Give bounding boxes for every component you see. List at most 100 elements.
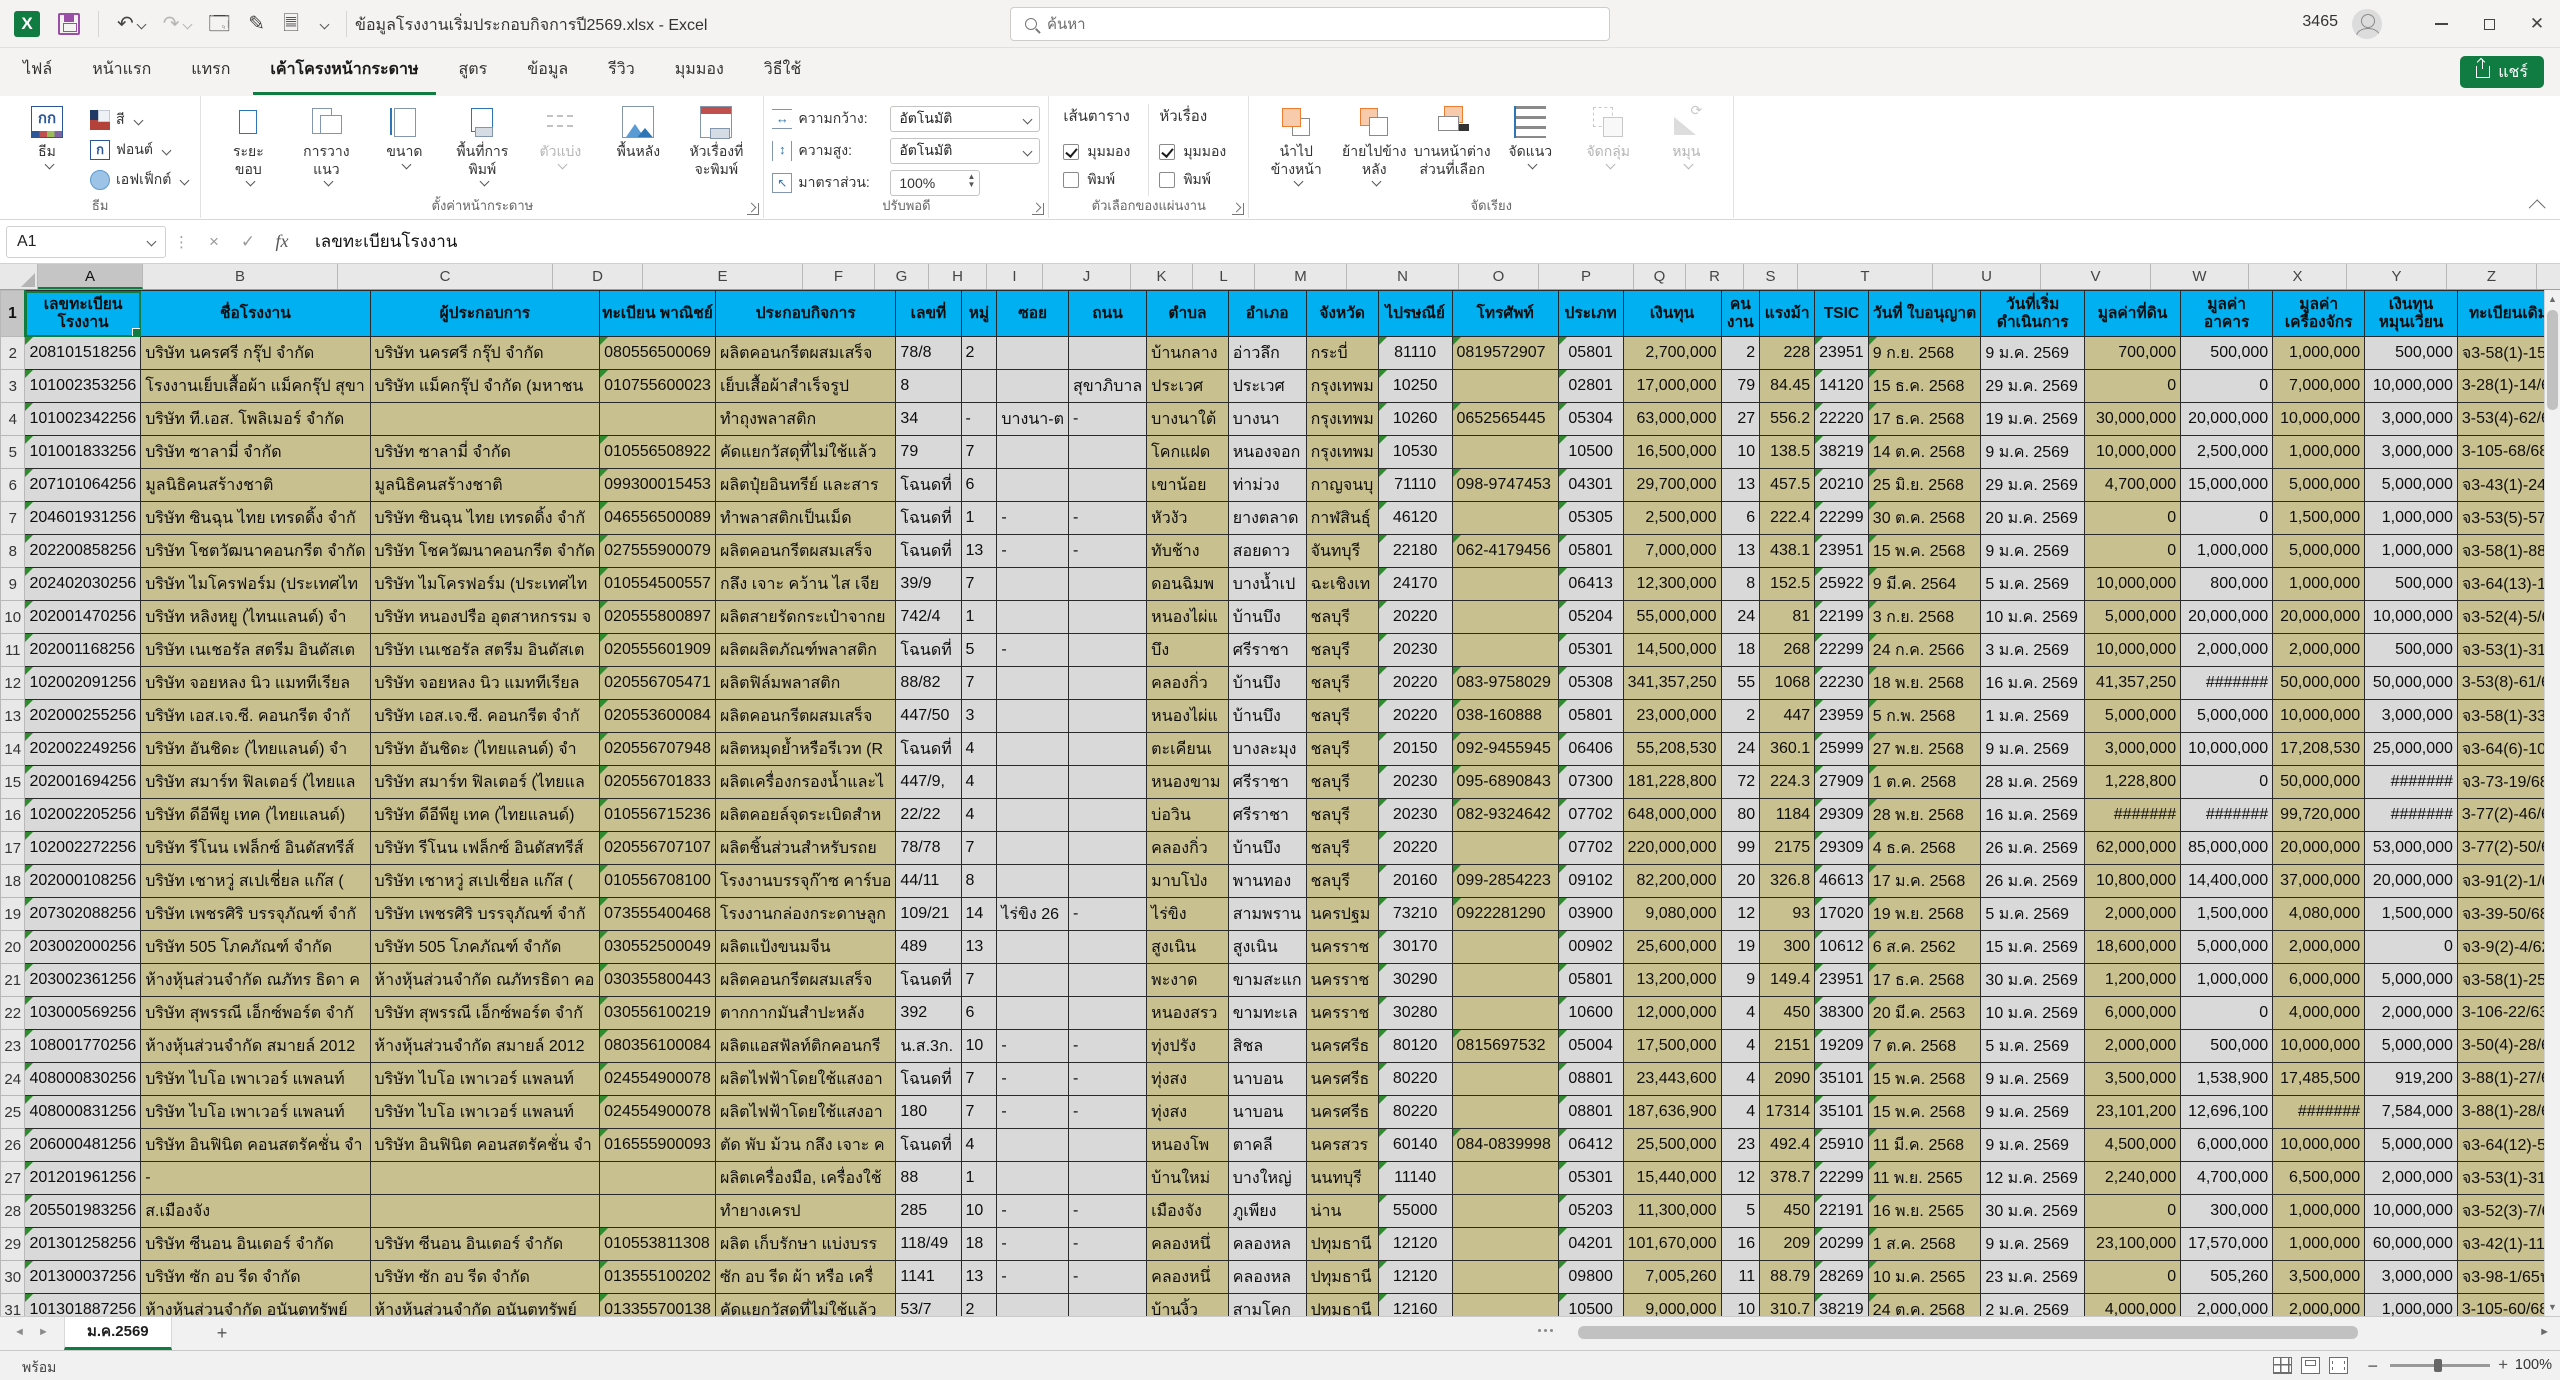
checkbox-หัวเรื่อง-มุมมอง[interactable]: มุมมอง — [1159, 138, 1226, 166]
cell[interactable]: 202001168256 — [25, 634, 141, 667]
cell[interactable]: หนองไผ่แ — [1147, 601, 1229, 634]
cell[interactable]: 7 — [961, 1096, 997, 1129]
cell[interactable]: 27 — [1721, 403, 1760, 436]
cell[interactable]: 78/78 — [896, 832, 961, 865]
cell[interactable]: 53/7 — [896, 1294, 961, 1317]
cell[interactable]: 29309 — [1815, 799, 1869, 832]
row-header[interactable]: 5 — [1, 436, 25, 469]
cell[interactable]: 024554900078 — [600, 1063, 716, 1096]
cell[interactable]: 450 — [1760, 997, 1815, 1030]
checkbox-เส้นตาราง-พิมพ์[interactable]: พิมพ์ — [1063, 166, 1130, 194]
cell[interactable]: 10,000,000 — [2273, 1129, 2365, 1162]
cell[interactable]: ผลิตผลิตภัณฑ์พลาสติก — [715, 634, 895, 667]
cell[interactable] — [961, 370, 997, 403]
cell[interactable]: 5 ม.ค. 2569 — [1981, 568, 2085, 601]
cell[interactable]: 438.1 — [1760, 535, 1815, 568]
cell[interactable]: บริษัท ซีนอน อินเตอร์ จำกัด — [141, 1228, 370, 1261]
cell[interactable] — [1452, 832, 1558, 865]
cell[interactable]: 12160 — [1378, 1294, 1452, 1317]
cell[interactable]: 101301887256 — [25, 1294, 141, 1317]
cell[interactable]: 0 — [2085, 1195, 2181, 1228]
cell[interactable]: 11 มี.ค. 2568 — [1868, 1129, 1981, 1162]
header-cell-O1[interactable]: ประเภท — [1558, 291, 1623, 337]
cell[interactable]: 556.2 — [1760, 403, 1815, 436]
row-header[interactable]: 22 — [1, 997, 25, 1030]
cell[interactable]: 7 — [961, 964, 997, 997]
header-cell-B1[interactable]: ชื่อโรงงาน — [141, 291, 370, 337]
cell[interactable]: 013355700138 — [600, 1294, 716, 1317]
checkbox-icon[interactable] — [1159, 144, 1175, 160]
cell[interactable]: บริษัท ซาลามี่ จำกัด — [141, 436, 370, 469]
cell[interactable]: 60,000,000 — [2365, 1228, 2458, 1261]
cell[interactable]: 181,228,800 — [1623, 766, 1721, 799]
cell[interactable]: 10,000,000 — [2273, 700, 2365, 733]
เอฟเฟ็กต์-button[interactable]: เอฟเฟ็กต์ — [90, 166, 188, 194]
cell[interactable]: 3 ม.ค. 2569 — [1981, 634, 2085, 667]
cell[interactable]: - — [1068, 1030, 1146, 1063]
cell[interactable]: 10,000,000 — [2085, 634, 2181, 667]
cell[interactable]: สอยดาว — [1228, 535, 1306, 568]
cell[interactable]: นาบอน — [1228, 1063, 1306, 1096]
cell[interactable]: 392 — [896, 997, 961, 1030]
cell[interactable]: 63,000,000 — [1623, 403, 1721, 436]
cell[interactable]: 500,000 — [2365, 337, 2458, 370]
cell[interactable]: 12 ม.ค. 2569 — [1981, 1162, 2085, 1195]
cell[interactable]: ชลบุรี — [1306, 634, 1378, 667]
ribbon-tab-รีวิว[interactable]: รีวิว — [591, 48, 652, 92]
cell[interactable]: 20 — [1721, 865, 1760, 898]
cell[interactable]: 06406 — [1558, 733, 1623, 766]
cell[interactable]: - — [1068, 1195, 1146, 1228]
cell[interactable]: 1 ต.ค. 2568 — [1868, 766, 1981, 799]
cell[interactable]: นนทบุรี — [1306, 1162, 1378, 1195]
row-header[interactable]: 15 — [1, 766, 25, 799]
cell[interactable]: 310.7 — [1760, 1294, 1815, 1317]
cell[interactable]: 224.3 — [1760, 766, 1815, 799]
cell[interactable]: - — [997, 1063, 1069, 1096]
cell[interactable]: บางนาใต้ — [1147, 403, 1229, 436]
zoom-slider[interactable] — [2390, 1364, 2490, 1367]
ribbon-tab-มุมมอง[interactable]: มุมมอง — [658, 48, 741, 92]
cell[interactable] — [997, 667, 1069, 700]
cell[interactable] — [1068, 766, 1146, 799]
row-header[interactable]: 30 — [1, 1261, 25, 1294]
row-header[interactable]: 10 — [1, 601, 25, 634]
cell[interactable]: 10,000,000 — [2365, 601, 2458, 634]
cell[interactable] — [600, 1162, 716, 1195]
cell[interactable]: 6 — [961, 997, 997, 1030]
cell[interactable]: 700,000 — [2085, 337, 2181, 370]
cell[interactable]: 10260 — [1378, 403, 1452, 436]
cell[interactable]: 209 — [1760, 1228, 1815, 1261]
cell[interactable]: 10500 — [1558, 436, 1623, 469]
cell[interactable]: 88 — [896, 1162, 961, 1195]
cell[interactable]: ห้างหุ้นส่วนจำกัด สมายล์ 2012 — [370, 1030, 600, 1063]
cell[interactable]: 7 ต.ค. 2568 — [1868, 1030, 1981, 1063]
cell[interactable]: 19 — [1721, 931, 1760, 964]
cell[interactable]: ศรีราชา — [1228, 766, 1306, 799]
cell[interactable]: 118/49 — [896, 1228, 961, 1261]
cell[interactable]: หนองไผ่แ — [1147, 700, 1229, 733]
cell[interactable]: 1,000,000 — [2181, 535, 2273, 568]
cell[interactable]: 0815697532 — [1452, 1030, 1558, 1063]
column-header-H[interactable]: H — [929, 264, 987, 289]
cell[interactable]: 030552500049 — [600, 931, 716, 964]
cell[interactable]: 15 พ.ค. 2568 — [1868, 1063, 1981, 1096]
cell[interactable]: 098-9747453 — [1452, 469, 1558, 502]
cell[interactable]: 17 ม.ค. 2568 — [1868, 865, 1981, 898]
column-header-C[interactable]: C — [338, 264, 553, 289]
cell[interactable]: - — [997, 634, 1069, 667]
header-cell-J1[interactable]: ตำบล — [1147, 291, 1229, 337]
cell[interactable]: 22191 — [1815, 1195, 1869, 1228]
cell[interactable]: 16 ม.ค. 2569 — [1981, 667, 2085, 700]
cell[interactable]: 201201961256 — [25, 1162, 141, 1195]
cell[interactable]: 06412 — [1558, 1129, 1623, 1162]
cell[interactable]: นครราช — [1306, 931, 1378, 964]
cell[interactable]: ####### — [2273, 1096, 2365, 1129]
cell[interactable]: 0 — [2085, 502, 2181, 535]
cell[interactable]: โรงงานกล่องกระดาษลูก — [715, 898, 895, 931]
cell[interactable]: 205501983256 — [25, 1195, 141, 1228]
cell[interactable]: 1184 — [1760, 799, 1815, 832]
cell[interactable]: 408000830256 — [25, 1063, 141, 1096]
cell[interactable]: 15,000,000 — [2181, 469, 2273, 502]
cell[interactable]: 9 ม.ค. 2569 — [1981, 337, 2085, 370]
cell[interactable]: 9 — [1721, 964, 1760, 997]
